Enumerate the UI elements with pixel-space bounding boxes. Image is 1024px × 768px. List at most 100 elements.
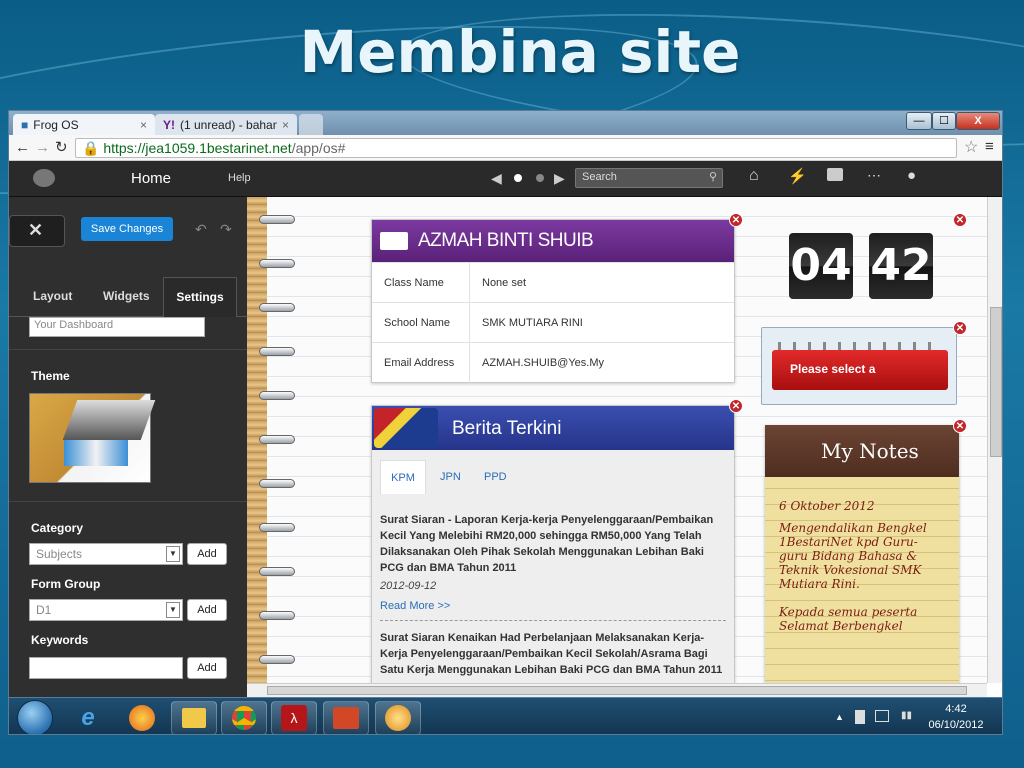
dashboard-name-input[interactable]: Your Dashboard <box>29 317 205 337</box>
tray-date: 06/10/2012 <box>928 719 984 731</box>
vertical-scrollbar[interactable] <box>987 197 1002 683</box>
category-select[interactable]: Subjects ▼ <box>29 543 183 565</box>
news-tab-ppd[interactable]: PPD <box>484 471 507 483</box>
display-tray-icon[interactable] <box>875 710 889 722</box>
file-explorer-icon[interactable] <box>171 701 217 734</box>
tab-frog-os[interactable]: ■ Frog OS × <box>13 114 155 135</box>
scroll-thumb[interactable] <box>990 307 1002 457</box>
address-bar: ← → ↻ 🔒 https://jea1059.1bestarinet.net/… <box>9 135 1002 161</box>
media-icon[interactable] <box>375 701 421 734</box>
calendar-widget: Please select a <box>761 327 957 405</box>
keywords-label: Keywords <box>31 633 89 647</box>
next-arrow-icon[interactable]: ▶ <box>554 170 565 187</box>
close-widget-icon[interactable]: ✕ <box>729 399 743 413</box>
close-widget-icon[interactable]: ✕ <box>953 419 967 433</box>
clock-minutes: 42 <box>869 233 933 299</box>
flash-icon[interactable]: ⚡ <box>788 167 807 185</box>
news-item-title[interactable]: Surat Siaran - Laporan Kerja-kerja Penye… <box>380 512 725 576</box>
news-tab-kpm[interactable]: KPM <box>380 460 426 494</box>
minimize-button[interactable]: — <box>906 112 932 130</box>
app-icons-image <box>64 440 128 466</box>
news-divider <box>380 620 726 621</box>
show-hidden-icons[interactable]: ▲ <box>835 712 844 722</box>
signal-tray-icon[interactable]: ▮▮ <box>901 710 912 721</box>
calendar-prompt: Please select a <box>790 362 876 376</box>
tab-bar: ■ Frog OS × Y! (1 unread) - bahanvle × —… <box>9 111 1002 135</box>
form-group-select[interactable]: D1 ▼ <box>29 599 183 621</box>
close-window-button[interactable]: X <box>956 112 1000 130</box>
maximize-button[interactable]: ☐ <box>932 112 956 130</box>
form-group-label: Form Group <box>31 577 101 591</box>
news-title: Berita Terkini <box>452 418 562 439</box>
horizontal-scrollbar[interactable] <box>247 683 987 697</box>
acrobat-icon[interactable]: λ <box>271 701 317 734</box>
powerpoint-icon[interactable] <box>323 701 369 734</box>
yahoo-icon: Y! <box>163 117 175 132</box>
add-keyword-button[interactable]: Add <box>187 657 227 679</box>
help-link[interactable]: Help <box>228 172 251 184</box>
theme-thumbnail[interactable] <box>29 393 156 483</box>
page-dot[interactable] <box>536 174 544 182</box>
firefox-icon[interactable] <box>119 701 165 734</box>
close-widget-icon[interactable]: ✕ <box>953 213 967 227</box>
close-widget-icon[interactable]: ✕ <box>953 321 967 335</box>
chat-icon[interactable]: ● <box>907 167 916 184</box>
tab-close-icon[interactable]: × <box>282 118 289 132</box>
internet-explorer-icon[interactable]: e <box>65 701 111 734</box>
tab-settings[interactable]: Settings <box>163 277 237 317</box>
clock-hours: 04 <box>789 233 853 299</box>
bookmark-star-icon[interactable]: ☆ <box>964 137 978 157</box>
tab-mail[interactable]: Y! (1 unread) - bahanvle × <box>155 114 297 135</box>
back-arrow-icon[interactable]: ← <box>15 139 30 156</box>
network-tray-icon[interactable] <box>855 710 865 724</box>
chrome-icon[interactable] <box>221 701 267 734</box>
frog-logo-icon[interactable] <box>33 169 55 187</box>
close-panel-button[interactable]: ✕ <box>9 215 65 247</box>
tab-label: (1 unread) - bahanvle <box>180 117 277 132</box>
url-field[interactable]: 🔒 https://jea1059.1bestarinet.net/app/os… <box>75 138 957 158</box>
save-changes-button[interactable]: Save Changes <box>81 217 173 241</box>
profile-row: Email Address AZMAH.SHUIB@Yes.My <box>372 342 734 383</box>
new-tab-button[interactable] <box>299 114 323 135</box>
close-widget-icon[interactable]: ✕ <box>729 213 743 227</box>
spiral-ring <box>259 567 295 576</box>
row-key: Email Address <box>384 357 455 369</box>
keywords-input[interactable] <box>29 657 183 679</box>
read-more-link[interactable]: Read More >> <box>380 600 450 612</box>
add-category-button[interactable]: Add <box>187 543 227 565</box>
news-item-title[interactable]: Surat Siaran Kenaikan Had Perbelanjaan M… <box>380 630 725 678</box>
page-dot[interactable] <box>514 174 522 182</box>
notes-header: My Notes <box>765 425 959 477</box>
chevron-down-icon[interactable]: ▼ <box>166 546 180 562</box>
add-form-group-button[interactable]: Add <box>187 599 227 621</box>
tab-close-icon[interactable]: × <box>140 118 147 132</box>
spiral-ring <box>259 215 295 224</box>
network-icon[interactable]: ⋯ <box>867 167 881 184</box>
spiral-ring <box>259 303 295 312</box>
home-link[interactable]: Home <box>131 170 171 187</box>
news-tab-jpn[interactable]: JPN <box>440 471 461 483</box>
calendar-header[interactable]: Please select a <box>772 350 948 390</box>
scroll-thumb[interactable] <box>267 686 967 695</box>
chevron-down-icon[interactable]: ▼ <box>166 602 180 618</box>
clock-tray[interactable]: 4:42 06/10/2012 <box>921 701 991 733</box>
search-icon[interactable]: ⚲ <box>709 170 717 183</box>
reload-icon[interactable]: ↻ <box>55 138 68 156</box>
prev-arrow-icon[interactable]: ◀ <box>491 170 502 187</box>
tab-widgets[interactable]: Widgets <box>103 289 150 303</box>
menu-icon[interactable]: ≡ <box>985 138 994 155</box>
forward-arrow-icon[interactable]: → <box>35 139 50 156</box>
undo-icon[interactable]: ↶ <box>195 221 207 238</box>
notes-text[interactable]: Mengendalikan Bengkel 1BestariNet kpd Gu… <box>779 521 929 591</box>
spiral-ring <box>259 479 295 488</box>
id-card-icon <box>380 232 408 250</box>
tab-layout[interactable]: Layout <box>33 289 72 303</box>
start-button[interactable] <box>17 700 53 734</box>
home-icon[interactable]: ⌂ <box>749 167 759 185</box>
redo-icon[interactable]: ↷ <box>220 221 232 238</box>
row-key: School Name <box>384 317 451 329</box>
search-input[interactable]: Search ⚲ <box>575 168 723 188</box>
flag-logo-icon <box>374 408 438 448</box>
folder-icon[interactable] <box>827 168 843 181</box>
notes-text[interactable]: Kepada semua peserta Selamat Berbengkel <box>779 605 929 633</box>
